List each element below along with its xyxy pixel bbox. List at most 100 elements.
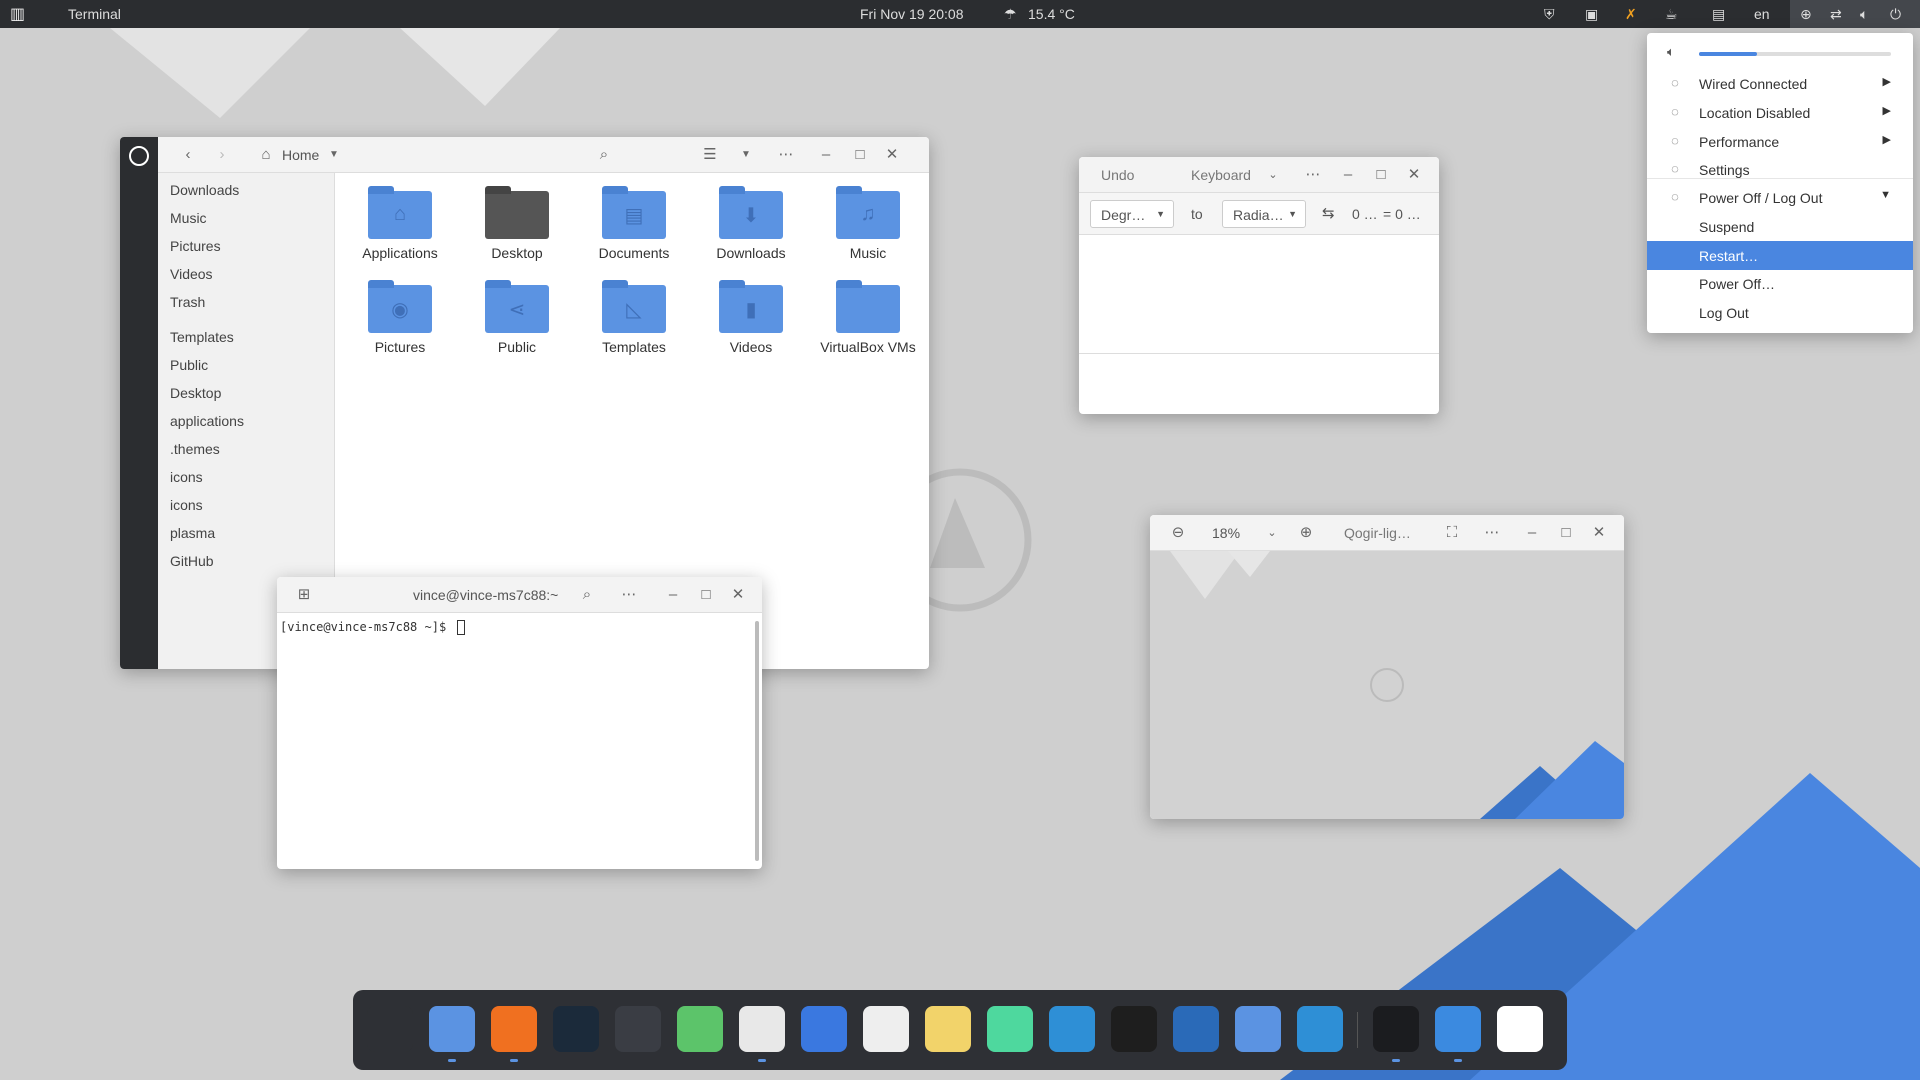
minimize-icon[interactable]: –	[1520, 515, 1544, 551]
zoom-out-icon[interactable]: ⊖	[1166, 515, 1190, 551]
minimize-icon[interactable]: –	[1336, 157, 1360, 193]
menu-item[interactable]: ◌ Performance ▶	[1647, 127, 1913, 156]
mail-icon[interactable]	[925, 1006, 971, 1052]
home-folder-icon[interactable]	[1235, 1006, 1281, 1052]
from-value[interactable]: 0 …	[1352, 206, 1378, 222]
to-unit-select[interactable]: Radia… ▼	[1222, 200, 1306, 228]
new-tab-icon[interactable]: ⊞	[292, 577, 316, 613]
close-icon[interactable]: ✕	[726, 577, 750, 613]
calculator-icon[interactable]	[1497, 1006, 1543, 1052]
activities-icon[interactable]: ▥	[10, 4, 25, 24]
clipboard-icon[interactable]: ▤	[1712, 6, 1725, 23]
virtualbox-icon[interactable]	[1173, 1006, 1219, 1052]
from-unit-select[interactable]: Degr… ▼	[1090, 200, 1174, 228]
sidebar-item[interactable]: ▭.themes	[158, 434, 334, 464]
tweaks-icon[interactable]	[739, 1006, 785, 1052]
file-item[interactable]: Desktop	[462, 186, 572, 261]
file-item[interactable]: ◺ Templates	[579, 280, 689, 355]
sidebar-item[interactable]: ▭plasma	[158, 518, 334, 548]
file-item[interactable]: VirtualBox VMs	[813, 280, 923, 355]
system-monitor-icon[interactable]	[553, 1006, 599, 1052]
minimize-icon[interactable]: –	[814, 137, 838, 173]
shield-icon[interactable]: ⛨	[1544, 6, 1555, 23]
language[interactable]: en	[1754, 6, 1770, 22]
sidebar-item[interactable]: ▭Templates	[158, 322, 334, 352]
chevron-down-icon[interactable]: ⌄	[1260, 515, 1284, 551]
close-icon[interactable]: ✕	[880, 137, 904, 173]
weather[interactable]: 15.4 °C	[1028, 6, 1075, 22]
terminal-scrollbar[interactable]	[755, 621, 759, 861]
figma-icon[interactable]	[1111, 1006, 1157, 1052]
back-icon[interactable]: ‹	[176, 137, 200, 173]
file-item[interactable]: ⋖ Public	[462, 280, 572, 355]
menu-item[interactable]: ◌ Settings	[1647, 155, 1913, 184]
app-name[interactable]: Terminal	[68, 6, 121, 22]
atom-icon[interactable]	[677, 1006, 723, 1052]
software-icon[interactable]	[801, 1006, 847, 1052]
location-button[interactable]: Home	[282, 147, 319, 163]
list-view-icon[interactable]: ☰	[698, 137, 722, 173]
undo-button[interactable]: Undo	[1101, 167, 1134, 183]
more-icon[interactable]: ⋯	[617, 577, 641, 613]
more-icon[interactable]: ⋯	[774, 137, 798, 173]
image-canvas[interactable]	[1150, 551, 1624, 819]
sidebar-item[interactable]: ▭Videos	[158, 259, 334, 289]
file-item[interactable]: ⌂ Applications	[345, 186, 455, 261]
maximize-icon[interactable]: □	[694, 577, 718, 613]
settings-icon[interactable]	[1049, 1006, 1095, 1052]
maximize-icon[interactable]: □	[848, 137, 872, 173]
zoom-level[interactable]: 18%	[1212, 525, 1240, 541]
music-icon[interactable]	[987, 1006, 1033, 1052]
sidebar-item[interactable]: ▭Public	[158, 350, 334, 380]
file-item[interactable]: ▤ Documents	[579, 186, 689, 261]
sidebar-item[interactable]: ▭Music	[158, 203, 334, 233]
maximize-icon[interactable]: □	[1554, 515, 1578, 551]
terminal-icon[interactable]	[1373, 1006, 1419, 1052]
inkscape-icon[interactable]	[615, 1006, 661, 1052]
system-menu-toggle[interactable]: ⊕ ⇄ 🔈︎ ⏻	[1790, 0, 1920, 28]
file-item[interactable]: ◉ Pictures	[345, 280, 455, 355]
sidebar-item[interactable]: ▭GitHub	[158, 546, 334, 576]
menu-item[interactable]: ◌ Wired Connected ▶	[1647, 69, 1913, 98]
power-submenu-item[interactable]: Power Off…	[1647, 269, 1913, 298]
more-icon[interactable]: ⋯	[1301, 157, 1325, 193]
menu-item[interactable]: ◌ Location Disabled ▶	[1647, 98, 1913, 127]
chevron-down-icon[interactable]: ▼	[322, 137, 346, 173]
power-submenu-item[interactable]: Log Out	[1647, 298, 1913, 327]
coffee-icon[interactable]: ☕	[1665, 6, 1678, 23]
menu-item[interactable]: ◌ Power Off / Log Out ▼	[1647, 183, 1913, 212]
image-viewer-icon[interactable]	[1435, 1006, 1481, 1052]
sidebar-item[interactable]: ▭applications	[158, 406, 334, 436]
firefox-icon[interactable]	[491, 1006, 537, 1052]
sort-icon[interactable]: ▼	[734, 137, 758, 173]
swap-icon[interactable]: ⇆	[1322, 204, 1335, 222]
terminal-body[interactable]: [vince@vince-ms7c88 ~]$	[277, 613, 754, 869]
volume-slider[interactable]	[1699, 52, 1891, 56]
mixer-icon[interactable]	[1297, 1006, 1343, 1052]
clock[interactable]: Fri Nov 19 20:08	[860, 6, 964, 22]
power-submenu-item[interactable]: Restart…	[1647, 241, 1913, 270]
close-icon[interactable]: ✕	[1402, 157, 1426, 193]
close-icon[interactable]: ✕	[1587, 515, 1611, 551]
minimize-icon[interactable]: –	[661, 577, 685, 613]
files-icon[interactable]	[429, 1006, 475, 1052]
sidebar-item[interactable]: ▭icons	[158, 490, 334, 520]
sidebar-item[interactable]: ▭icons	[158, 462, 334, 492]
search-icon[interactable]: ⌕	[575, 577, 599, 613]
sidebar-item[interactable]: ▭Trash	[158, 287, 334, 317]
search-icon[interactable]: ⌕	[592, 137, 616, 173]
more-icon[interactable]: ⋯	[1480, 515, 1504, 551]
maximize-icon[interactable]: □	[1369, 157, 1393, 193]
power-submenu-item[interactable]: Suspend	[1647, 212, 1913, 241]
chevron-down-icon[interactable]: ⌄	[1261, 157, 1285, 193]
file-item[interactable]: ♫ Music	[813, 186, 923, 261]
forward-icon[interactable]: ›	[210, 137, 234, 173]
sidebar-item[interactable]: ▭Downloads	[158, 175, 334, 205]
file-item[interactable]: ▮ Videos	[696, 280, 806, 355]
file-item[interactable]: ⬇ Downloads	[696, 186, 806, 261]
sidebar-item[interactable]: ▭Desktop	[158, 378, 334, 408]
tool-icon[interactable]: ✗	[1625, 6, 1637, 23]
app-grid-icon[interactable]	[367, 1006, 413, 1052]
screenshot-icon[interactable]: ▣	[1585, 6, 1598, 23]
sidebar-item[interactable]: ▭Pictures	[158, 231, 334, 261]
